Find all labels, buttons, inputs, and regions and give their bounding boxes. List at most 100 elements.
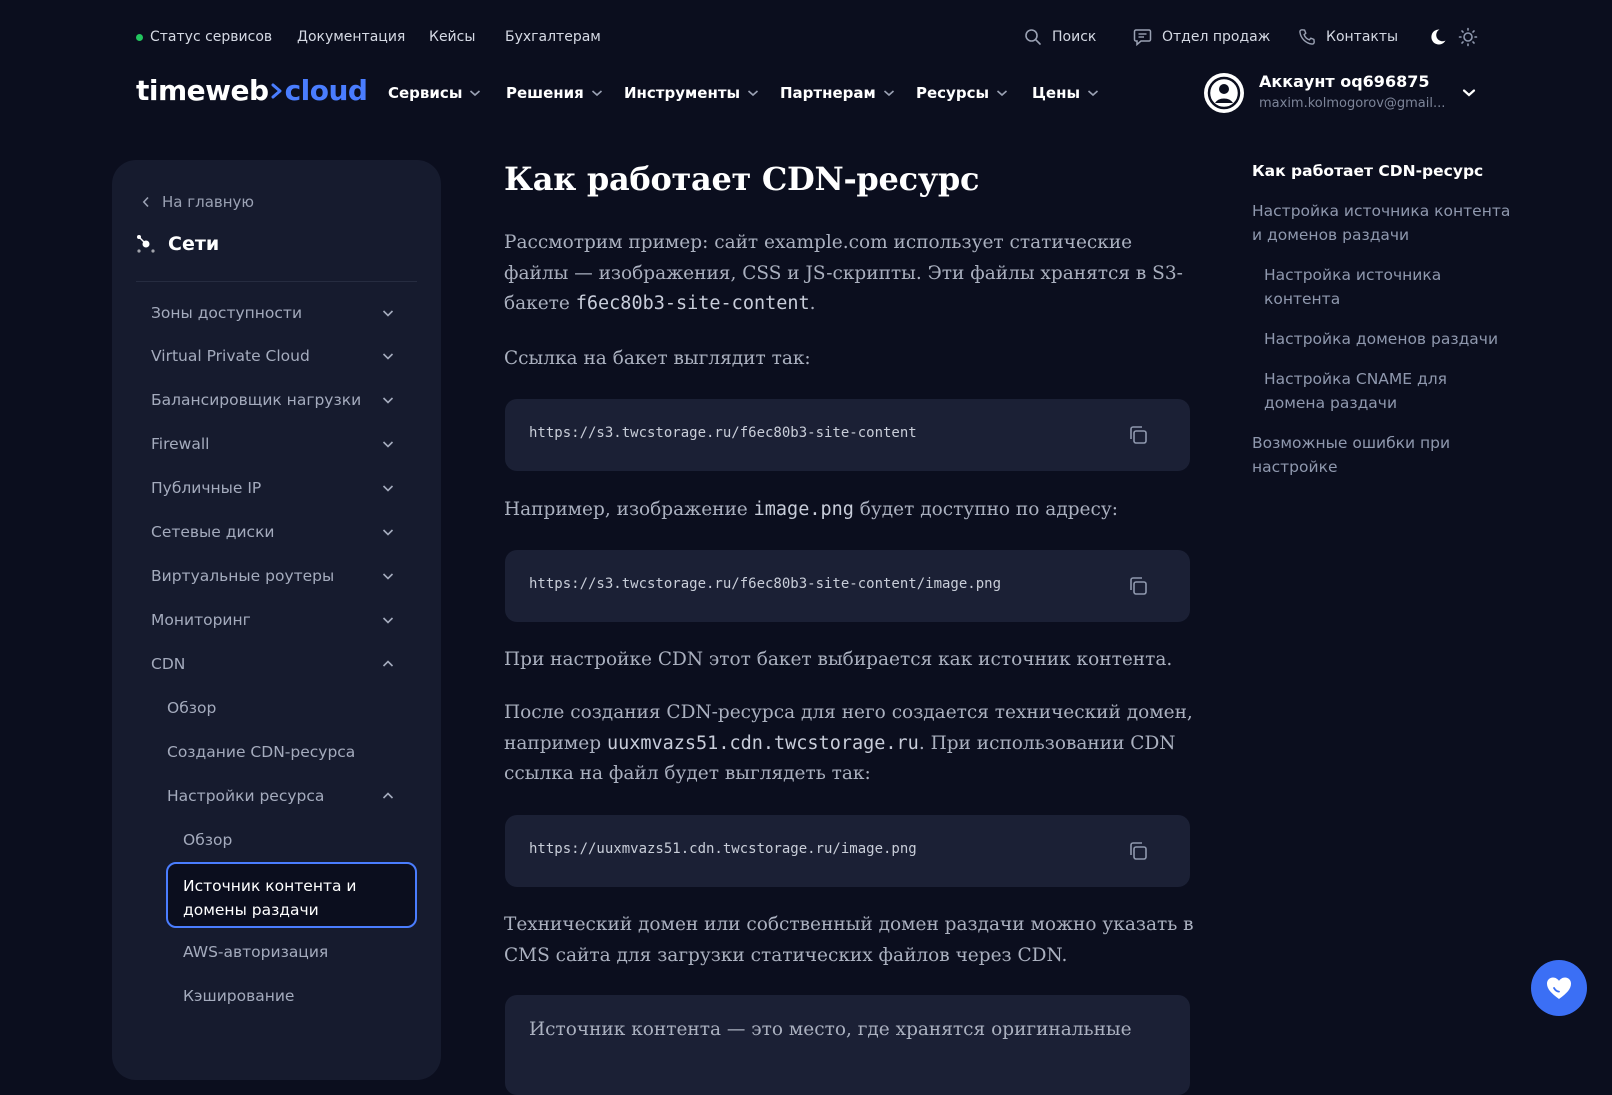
sidebar-item-network-disks[interactable]: Сетевые диски xyxy=(151,517,275,547)
sidebar-item-public-ip[interactable]: Публичные IP xyxy=(151,473,261,503)
sidebar-item-firewall[interactable]: Firewall xyxy=(151,429,209,459)
sidebar-item-aws-auth[interactable]: AWS-авторизация xyxy=(183,937,328,967)
code-block-bucket-url: https://s3.twcstorage.ru/f6ec80b3-site-c… xyxy=(505,399,1190,471)
status-dot-icon xyxy=(136,33,143,41)
chevron-down-icon[interactable] xyxy=(381,393,395,407)
nav-services[interactable]: Сервисы xyxy=(388,80,481,106)
chevron-down-icon xyxy=(748,90,759,97)
paragraph-image-example: Например, изображение image.png будет до… xyxy=(504,495,1194,526)
search-label: Поиск xyxy=(1052,29,1097,45)
toc-item-cname-setup[interactable]: Настройка CNAME для домена раздачи xyxy=(1264,367,1464,415)
sidebar-item-virtual-routers[interactable]: Виртуальные роутеры xyxy=(151,561,334,591)
sidebar-item-origin-domains-label: Источник контента и домены раздачи xyxy=(183,877,357,919)
back-to-home-link[interactable]: На главную xyxy=(142,193,254,211)
sidebar-item-cdn-create[interactable]: Создание CDN-ресурса xyxy=(167,737,355,767)
search-icon xyxy=(1025,29,1041,45)
nav-tools[interactable]: Инструменты xyxy=(624,80,759,106)
user-icon xyxy=(1207,76,1241,110)
note-block: Источник контента — это место, где храня… xyxy=(505,995,1190,1095)
toc-item-domains-setup[interactable]: Настройка доменов раздачи xyxy=(1264,327,1509,351)
paragraph-technical-domain: После создания CDN-ресурса для него созд… xyxy=(504,698,1194,790)
sidebar-item-cdn[interactable]: CDN xyxy=(151,649,185,679)
moon-icon[interactable] xyxy=(1428,27,1448,47)
nav-solutions[interactable]: Решения xyxy=(506,80,603,106)
sun-icon[interactable] xyxy=(1458,27,1478,47)
sidebar-item-monitoring[interactable]: Мониторинг xyxy=(151,605,251,635)
chevron-down-icon[interactable] xyxy=(381,525,395,539)
note-text: Источник контента — это место, где храня… xyxy=(529,1019,1132,1040)
chevron-down-icon[interactable] xyxy=(381,437,395,451)
search-button[interactable]: Поиск xyxy=(1024,24,1096,50)
chevron-down-icon[interactable] xyxy=(381,349,395,363)
nav-solutions-label: Решения xyxy=(506,84,584,102)
account-chevron-down-icon[interactable] xyxy=(1462,88,1476,98)
copy-icon[interactable] xyxy=(1127,424,1149,446)
sidebar-item-load-balancer[interactable]: Балансировщик нагрузки xyxy=(151,385,361,415)
sidebar-item-vpc[interactable]: Virtual Private Cloud xyxy=(151,341,310,371)
chevron-left-icon xyxy=(142,196,149,208)
nav-resources-label: Ресурсы xyxy=(916,84,990,102)
nav-partners[interactable]: Партнерам xyxy=(780,80,895,106)
chevron-down-icon[interactable] xyxy=(381,481,395,495)
code-block-cdn-url: https://uuxmvazs51.cdn.twcstorage.ru/ima… xyxy=(505,815,1190,887)
sidebar-item-settings-overview[interactable]: Обзор xyxy=(183,825,232,855)
sidebar-divider xyxy=(136,281,417,282)
page-title: Как работает CDN-ресурс xyxy=(504,160,980,198)
cases-link[interactable]: Кейсы xyxy=(429,24,475,50)
nav-prices[interactable]: Цены xyxy=(1032,80,1099,106)
code-cdn-url: https://uuxmvazs51.cdn.twcstorage.ru/ima… xyxy=(529,841,917,857)
back-label: На главную xyxy=(162,193,255,211)
chevron-down-icon[interactable] xyxy=(381,306,395,320)
brand-logo-part2: cloud xyxy=(284,74,368,107)
chat-icon xyxy=(1133,29,1152,46)
paragraph-cdn-source: При настройке CDN этот бакет выбирается … xyxy=(504,649,1173,670)
paragraph-bucket-link: Ссылка на бакет выглядит так: xyxy=(504,348,811,369)
sidebar-item-availability-zones[interactable]: Зоны доступности xyxy=(151,298,302,328)
copy-icon[interactable] xyxy=(1127,840,1149,862)
nav-services-label: Сервисы xyxy=(388,84,463,102)
service-status-link[interactable]: Статус сервисов xyxy=(136,24,272,50)
nav-tools-label: Инструменты xyxy=(624,84,741,102)
sidebar-item-cdn-settings[interactable]: Настройки ресурса xyxy=(167,781,324,811)
sales-link[interactable]: Отдел продаж xyxy=(1133,24,1270,50)
toc-item-possible-errors[interactable]: Возможные ошибки при настройке xyxy=(1252,431,1467,479)
chevron-down-icon xyxy=(470,90,481,97)
copy-icon[interactable] xyxy=(1127,575,1149,597)
toc-item-origin-setup[interactable]: Настройка источника контента xyxy=(1264,263,1509,311)
bucket-name-code: f6ec80b3-site-content xyxy=(575,293,810,314)
avatar[interactable] xyxy=(1204,73,1244,113)
chevron-right-icon xyxy=(271,83,282,99)
code-block-image-url: https://s3.twcstorage.ru/f6ec80b3-site-c… xyxy=(505,550,1190,622)
account-name[interactable]: Аккаунт oq696875 xyxy=(1259,72,1429,91)
chevron-down-icon xyxy=(591,90,602,97)
nav-prices-label: Цены xyxy=(1032,84,1081,102)
chevron-down-icon xyxy=(996,90,1008,97)
chevron-down-icon xyxy=(1087,90,1099,97)
code-bucket-url: https://s3.twcstorage.ru/f6ec80b3-site-c… xyxy=(529,425,917,441)
account-email: maxim.kolmogorov@gmail... xyxy=(1259,96,1446,111)
network-icon xyxy=(137,235,155,253)
accountants-link[interactable]: Бухгалтерам xyxy=(505,24,601,50)
phone-icon xyxy=(1299,29,1315,45)
contacts-link[interactable]: Контакты xyxy=(1298,24,1398,50)
chevron-up-icon[interactable] xyxy=(381,789,395,803)
chevron-down-icon xyxy=(883,90,894,97)
contacts-label: Контакты xyxy=(1326,29,1399,45)
sidebar-title-label: Сети xyxy=(168,233,220,255)
toc-item-how-cdn-works[interactable]: Как работает CDN-ресурс xyxy=(1252,159,1517,183)
chevron-down-icon[interactable] xyxy=(381,569,395,583)
sidebar-item-caching[interactable]: Кэширование xyxy=(183,981,294,1011)
service-status-label: Статус сервисов xyxy=(150,29,273,45)
paragraph-cms-domain: Технический домен или собственный домен … xyxy=(504,914,1194,966)
docs-link[interactable]: Документация xyxy=(297,24,405,50)
chevron-up-icon[interactable] xyxy=(381,657,395,671)
technical-domain-code: uuxmvazs51.cdn.twcstorage.ru xyxy=(606,732,919,754)
image-example-text: Например, изображение xyxy=(504,499,754,520)
chevron-down-icon[interactable] xyxy=(381,613,395,627)
nav-resources[interactable]: Ресурсы xyxy=(916,80,1008,106)
sidebar-item-cdn-overview[interactable]: Обзор xyxy=(167,693,216,723)
brand-logo[interactable]: timeweb cloud xyxy=(136,74,368,107)
support-chat-button[interactable] xyxy=(1531,960,1587,1016)
toc-item-origin-and-domains[interactable]: Настройка источника контента и доменов р… xyxy=(1252,199,1517,247)
brand-logo-part1: timeweb xyxy=(136,74,269,107)
